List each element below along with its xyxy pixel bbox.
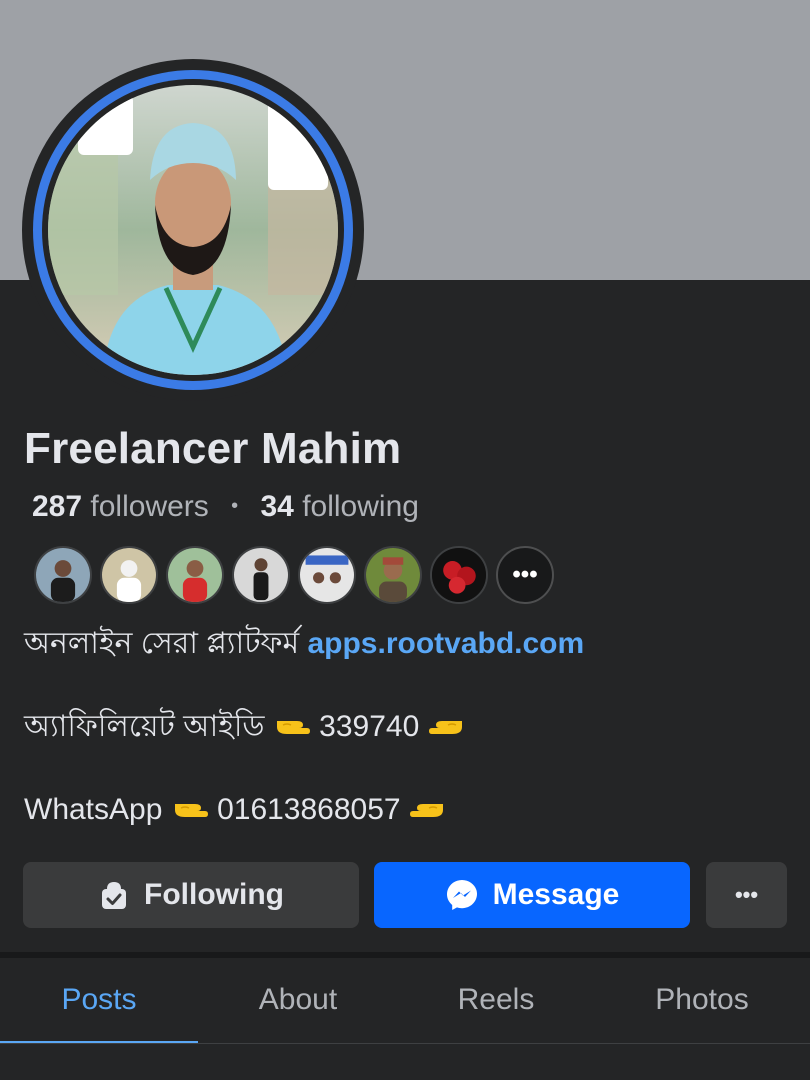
profile-bio: অনলাইন সেরা প্ল্যাটফর্ম apps.rootvabd.co… (24, 623, 794, 831)
following-person-check-icon (102, 882, 127, 909)
tabs-bottom-border (0, 1043, 810, 1044)
message-button-label: Message (492, 878, 620, 911)
pointing-right-hand-icon (276, 721, 310, 735)
whatsapp-number: 01613868057 (208, 793, 409, 826)
separator-dot: • (231, 495, 239, 517)
more-friends-button[interactable]: ••• (496, 546, 554, 604)
profile-name: Freelancer Mahim (24, 424, 402, 473)
bio-line: অনলাইন সেরা প্ল্যাটফর্ম apps.rootvabd.co… (24, 623, 794, 665)
bio-line: WhatsApp 01613868057 (24, 789, 794, 831)
friend-avatar[interactable] (232, 546, 290, 604)
friend-avatar[interactable] (364, 546, 422, 604)
message-button[interactable]: Message (374, 862, 690, 928)
profile-photo (48, 85, 338, 375)
mutual-friends-row[interactable]: ••• (34, 546, 554, 604)
bio-link[interactable]: apps.rootvabd.com (307, 627, 584, 660)
messenger-icon (446, 880, 477, 910)
story-ring (33, 70, 353, 390)
bio-text: অনলাইন সেরা প্ল্যাটফর্ম (24, 627, 308, 660)
bio-text: WhatsApp (24, 793, 171, 826)
profile-avatar[interactable] (22, 59, 364, 401)
profile-tabs: Posts About Reels Photos (0, 958, 810, 1044)
pointing-left-hand-icon (428, 721, 462, 735)
friend-avatar[interactable] (298, 546, 356, 604)
followers-count: 287 (32, 490, 83, 523)
pointing-right-hand-icon (174, 804, 208, 818)
friend-avatar[interactable] (34, 546, 92, 604)
tab-posts[interactable]: Posts (0, 958, 198, 1044)
tab-reels[interactable]: Reels (398, 958, 594, 1044)
more-options-icon: ••• (734, 882, 759, 907)
tab-about[interactable]: About (198, 958, 398, 1044)
following-label: following (302, 490, 419, 523)
tab-photos[interactable]: Photos (594, 958, 810, 1044)
affiliate-id: 339740 (310, 710, 428, 743)
friend-avatar[interactable] (430, 546, 488, 604)
more-options-button[interactable]: ••• (706, 862, 787, 928)
friend-avatar[interactable] (166, 546, 224, 604)
friend-avatar[interactable] (100, 546, 158, 604)
follow-stats[interactable]: 287 followers • 34 following (32, 490, 419, 524)
following-button[interactable]: Following (23, 862, 359, 928)
following-count: 34 (260, 490, 294, 523)
following-button-label: Following (144, 878, 284, 911)
bio-text: অ্যাফিলিয়েট আইডি (24, 710, 273, 743)
followers-label: followers (90, 490, 209, 523)
bio-line: অ্যাফিলিয়েট আইডি 339740 (24, 706, 794, 748)
pointing-left-hand-icon (409, 804, 443, 818)
